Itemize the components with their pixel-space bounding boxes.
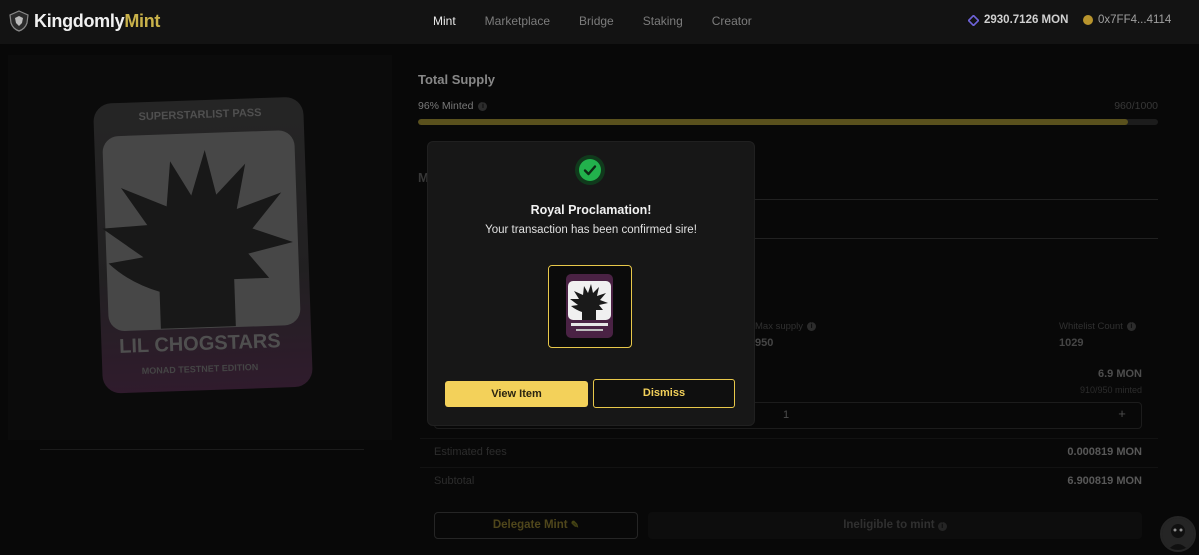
nft-thumbnail [548, 265, 632, 348]
logo-text-primary: Kingdomly [34, 10, 125, 31]
nav-item-creator[interactable]: Creator [712, 14, 752, 28]
nft-thumbnail-image [549, 266, 630, 346]
nav-item-staking[interactable]: Staking [643, 14, 683, 28]
success-check-icon [575, 155, 605, 185]
wallet-avatar-icon [1083, 15, 1093, 25]
shield-logo-icon [9, 10, 29, 32]
nav-item-bridge[interactable]: Bridge [579, 14, 614, 28]
balance-amount: 2930.7126 MON [984, 14, 1069, 26]
top-header: KingdomlyMint Mint Marketplace Bridge St… [0, 0, 1199, 44]
nav-item-marketplace[interactable]: Marketplace [485, 14, 550, 28]
view-item-button[interactable]: View Item [445, 381, 588, 407]
modal-message: Your transaction has been confirmed sire… [485, 224, 697, 236]
main-nav: Mint Marketplace Bridge Staking Creator [433, 14, 752, 28]
logo-text-accent: Mint [124, 10, 161, 31]
modal-title: Royal Proclamation! [530, 203, 652, 217]
dismiss-button[interactable]: Dismiss [593, 379, 735, 408]
wallet-address: 0x7FF4...4114 [1098, 14, 1172, 26]
wallet-button[interactable]: 0x7FF4...4114 [1083, 14, 1171, 26]
monad-token-icon [968, 14, 979, 26]
nav-item-mint[interactable]: Mint [433, 14, 456, 28]
kingdomly-logo[interactable]: KingdomlyMint [8, 10, 160, 32]
balance-display[interactable]: 2930.7126 MON [968, 14, 1068, 26]
